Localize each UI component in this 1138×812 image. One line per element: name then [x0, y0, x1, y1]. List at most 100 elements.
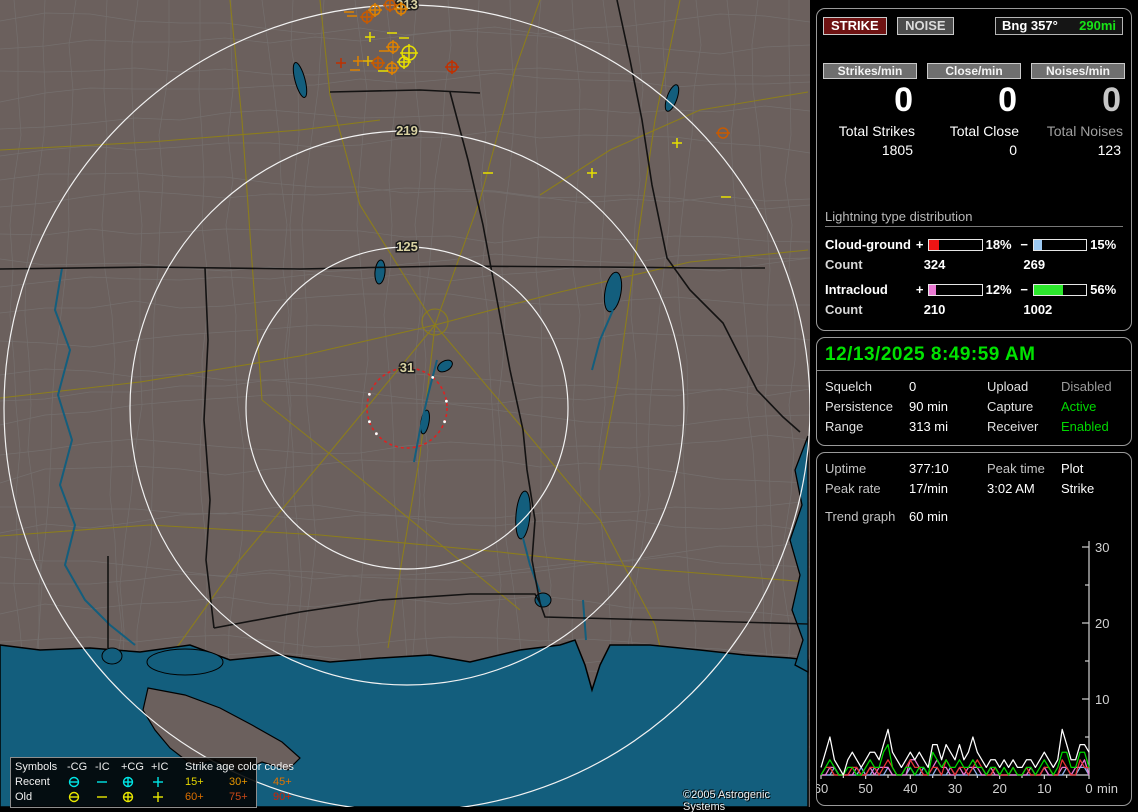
- bearing-range: 290mi: [1079, 18, 1116, 34]
- squelch-value: 0: [909, 379, 916, 394]
- cg-positive-count: 324: [924, 257, 1024, 272]
- strikes-counter: Strikes/min 0 Total Strikes 1805: [823, 63, 917, 158]
- svg-text:min: min: [1097, 781, 1118, 796]
- legend-pp-icon: [151, 791, 177, 803]
- cg-negative-bar: [1033, 239, 1087, 251]
- range-value: 313 mi: [909, 419, 948, 434]
- noises-per-min-label: Noises/min: [1031, 63, 1125, 79]
- ic-positive-bar: [928, 284, 982, 296]
- plot-label: Plot: [1061, 461, 1083, 476]
- trend-graph: 1020306050403020100min: [817, 533, 1131, 801]
- legend-mm-icon: [95, 791, 121, 803]
- total-strikes-value: 1805: [823, 142, 917, 158]
- peak-rate-label: Peak rate: [825, 481, 881, 496]
- close-per-min-value: 0: [927, 83, 1021, 117]
- svg-text:30: 30: [1095, 540, 1109, 555]
- map-canvas: 31125219313: [0, 0, 810, 807]
- capture-status: Active: [1061, 399, 1096, 414]
- svg-text:313: 313: [396, 0, 418, 12]
- legend-cp-icon: [121, 791, 151, 803]
- persistence-value: 90 min: [909, 399, 948, 414]
- svg-text:30: 30: [948, 781, 962, 796]
- intracloud-row: Intracloud + 12% − 56%: [825, 282, 1123, 297]
- total-noises-label: Total Noises: [1031, 123, 1125, 139]
- distribution-title: Lightning type distribution: [825, 209, 1123, 227]
- trend-panel: Uptime 377:10 Peak time Plot Peak rate 1…: [816, 452, 1132, 806]
- counters-panel: STRIKE NOISE Bng 357° 290mi Strikes/min …: [816, 8, 1132, 331]
- legend-pp-icon: [151, 776, 177, 788]
- bearing-readout: Bng 357° 290mi: [995, 17, 1123, 35]
- plus-sign: +: [914, 237, 926, 252]
- close-counter: Close/min 0 Total Close 0: [927, 63, 1021, 158]
- legend-row-label: Recent: [15, 775, 67, 789]
- ic-positive-pct: 12%: [986, 282, 1019, 297]
- legend-col-header: +IC: [151, 760, 177, 774]
- ic-count-row: Count 210 1002: [825, 302, 1123, 317]
- svg-text:10: 10: [1095, 692, 1109, 707]
- receiver-status: Enabled: [1061, 419, 1109, 434]
- noises-counter: Noises/min 0 Total Noises 123: [1031, 63, 1125, 158]
- upload-status: Disabled: [1061, 379, 1112, 394]
- legend-cm-icon: [67, 776, 95, 788]
- legend-age-value: 75+: [229, 790, 273, 804]
- legend-col-header: -IC: [95, 760, 121, 774]
- peak-rate-value: 17/min: [909, 481, 948, 496]
- upload-label: Upload: [987, 379, 1028, 394]
- minus-sign: −: [1018, 282, 1030, 297]
- legend-age-value: 15+: [185, 775, 229, 789]
- count-label: Count: [825, 257, 924, 272]
- cg-negative-count: 269: [1023, 257, 1123, 272]
- cg-positive-bar: [928, 239, 982, 251]
- uptime-label: Uptime: [825, 461, 866, 476]
- total-close-value: 0: [927, 142, 1021, 158]
- legend-age-value: 30+: [229, 775, 273, 789]
- side-panel: STRIKE NOISE Bng 357° 290mi Strikes/min …: [812, 0, 1138, 812]
- noise-mode-button[interactable]: NOISE: [897, 17, 953, 35]
- legend-age-title: Strike age color codes: [185, 760, 317, 774]
- bearing-label: Bng 357°: [1002, 18, 1058, 34]
- uptime-value: 377:10: [909, 461, 949, 476]
- svg-text:31: 31: [400, 360, 414, 375]
- range-label: Range: [825, 419, 863, 434]
- ic-positive-count: 210: [924, 302, 1024, 317]
- svg-text:219: 219: [396, 123, 418, 138]
- plus-sign: +: [914, 282, 926, 297]
- plot-value: Strike: [1061, 481, 1094, 496]
- receiver-label: Receiver: [987, 419, 1038, 434]
- cloud-ground-label: Cloud-ground: [825, 237, 914, 252]
- svg-text:60: 60: [817, 781, 828, 796]
- map-legend: Symbols-CG-IC+CG+ICStrike age color code…: [10, 757, 257, 808]
- legend-age-value: 60+: [185, 790, 229, 804]
- ic-negative-bar: [1033, 284, 1087, 296]
- cg-positive-pct: 18%: [986, 237, 1019, 252]
- persistence-label: Persistence: [825, 399, 893, 414]
- legend-cm-icon: [67, 791, 95, 803]
- legend-row-label: Old: [15, 790, 67, 804]
- datetime-display: 12/13/2025 8:49:59 AM: [817, 338, 1131, 371]
- svg-text:20: 20: [992, 781, 1006, 796]
- cg-count-row: Count 324 269: [825, 257, 1123, 272]
- trend-graph-range: 60 min: [909, 509, 948, 524]
- copyright-text: ©2005 Astrogenic Systems: [683, 789, 810, 812]
- trend-graph-label: Trend graph: [825, 509, 895, 524]
- ic-negative-pct: 56%: [1090, 282, 1123, 297]
- legend-col-header: -CG: [67, 760, 95, 774]
- strike-map[interactable]: 31125219313 Symbols-CG-IC+CG+ICStrike ag…: [0, 0, 810, 807]
- strike-mode-button[interactable]: STRIKE: [823, 17, 887, 35]
- legend-col-header: +CG: [121, 760, 151, 774]
- intracloud-label: Intracloud: [825, 282, 914, 297]
- squelch-label: Squelch: [825, 379, 872, 394]
- peak-time-value: 3:02 AM: [987, 481, 1035, 496]
- app-window: { "header": { "strike_btn": "STRIKE", "n…: [0, 0, 1138, 812]
- svg-text:10: 10: [1037, 781, 1051, 796]
- legend-cp-icon: [121, 776, 151, 788]
- peak-time-label: Peak time: [987, 461, 1045, 476]
- total-noises-value: 123: [1031, 142, 1125, 158]
- rate-counters: Strikes/min 0 Total Strikes 1805 Close/m…: [823, 63, 1125, 158]
- lightning-distribution: Lightning type distribution Cloud-ground…: [825, 209, 1123, 317]
- cg-negative-pct: 15%: [1090, 237, 1123, 252]
- capture-label: Capture: [987, 399, 1033, 414]
- strikes-per-min-value: 0: [823, 83, 917, 117]
- cloud-ground-row: Cloud-ground + 18% − 15%: [825, 237, 1123, 252]
- count-label: Count: [825, 302, 924, 317]
